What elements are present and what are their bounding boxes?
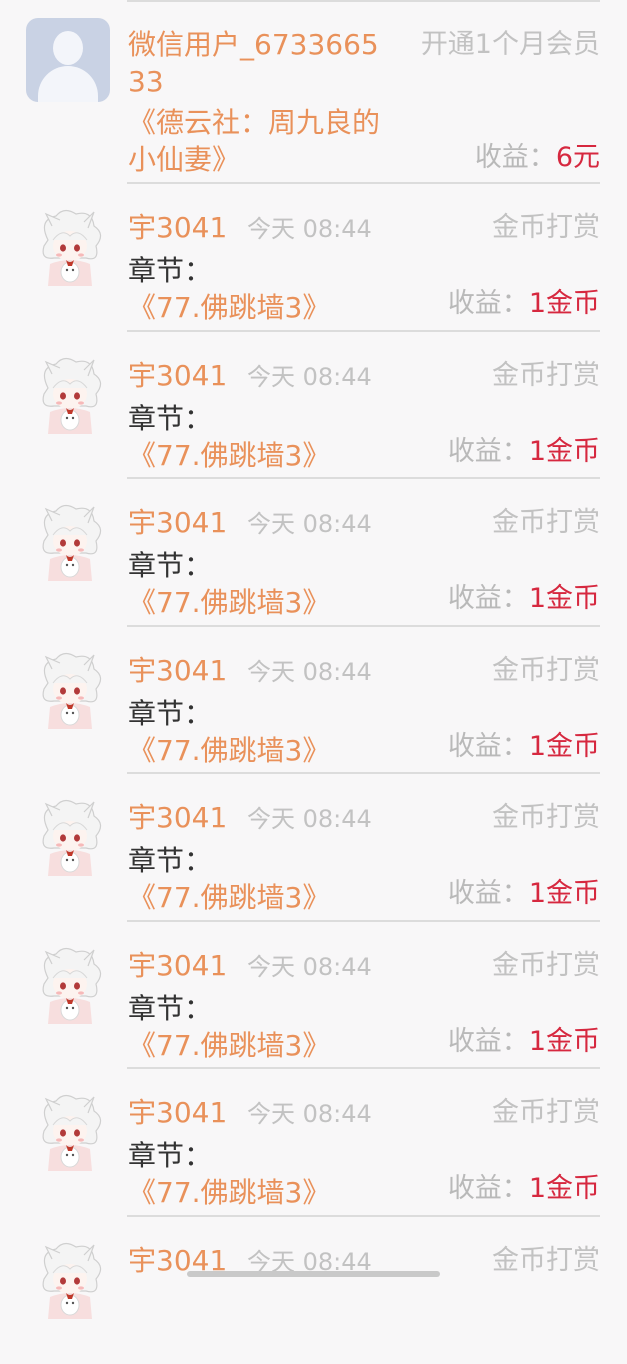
reward-chapter[interactable]: 章节： 《77.佛跳墙3》 xyxy=(128,990,398,1064)
income-value: 1金币 xyxy=(529,731,600,762)
default-user-avatar-icon[interactable] xyxy=(26,18,110,102)
chapter-label: 章节： xyxy=(128,254,212,287)
income-value: 6元 xyxy=(556,142,600,173)
income-label: 收益： xyxy=(448,1026,529,1057)
reward-item[interactable]: 宇3041今天 08:44金币打赏 xyxy=(0,1217,627,1364)
reward-chapter[interactable]: 章节： 《77.佛跳墙3》 xyxy=(128,400,398,474)
reward-time: 今天 08:44 xyxy=(247,508,372,540)
reward-time: 今天 08:44 xyxy=(247,656,372,688)
reward-user-name[interactable]: 宇3041 xyxy=(128,800,227,836)
member-income-item[interactable]: 微信用户_673366533 开通1个月会员 《德云社：周九良的小仙妻》 收益：… xyxy=(0,0,627,184)
reward-user-name[interactable]: 宇3041 xyxy=(128,948,227,984)
reward-chapter[interactable]: 章节： 《77.佛跳墙3》 xyxy=(128,695,398,769)
reward-income: 收益：1金币 xyxy=(448,434,600,470)
reward-item[interactable]: 宇3041 今天 08:44 金币打赏章节： 《77.佛跳墙3》 收益：1金币 xyxy=(0,1069,627,1217)
member-book-title[interactable]: 《德云社：周九良的小仙妻》 xyxy=(128,104,398,178)
chapter-label: 章节： xyxy=(128,992,212,1025)
home-indicator xyxy=(187,1271,440,1277)
reward-item[interactable]: 宇3041 今天 08:44 金币打赏章节： 《77.佛跳墙3》 收益：1金币 xyxy=(0,774,627,922)
reward-income: 收益：1金币 xyxy=(448,1171,600,1207)
member-user-name[interactable]: 微信用户_673366533 xyxy=(128,26,388,100)
chapter-title[interactable]: 《77.佛跳墙3》 xyxy=(128,291,330,324)
income-detail-page: 微信用户_673366533 开通1个月会员 《德云社：周九良的小仙妻》 收益：… xyxy=(0,0,627,1280)
member-income: 收益：6元 xyxy=(475,140,600,176)
chapter-label: 章节： xyxy=(128,402,212,435)
income-label: 收益： xyxy=(448,288,529,319)
reward-time: 今天 08:44 xyxy=(247,361,372,393)
chapter-label: 章节： xyxy=(128,844,212,877)
income-value: 1金币 xyxy=(529,583,600,614)
income-label: 收益： xyxy=(448,583,529,614)
reward-chapter[interactable]: 章节： 《77.佛跳墙3》 xyxy=(128,547,398,621)
member-income-type: 开通1个月会员 xyxy=(421,28,600,62)
reward-user-name[interactable]: 宇3041 xyxy=(128,1095,227,1131)
reward-income: 收益：1金币 xyxy=(448,286,600,322)
chapter-title[interactable]: 《77.佛跳墙3》 xyxy=(128,1029,330,1062)
anime-character-avatar[interactable] xyxy=(30,649,110,733)
reward-income: 收益：1金币 xyxy=(448,876,600,912)
reward-type: 金币打赏 xyxy=(492,1096,600,1130)
chapter-label: 章节： xyxy=(128,549,212,582)
anime-character-avatar[interactable] xyxy=(30,501,110,585)
income-label: 收益： xyxy=(448,436,529,467)
anime-character-avatar[interactable] xyxy=(30,206,110,290)
reward-time: 今天 08:44 xyxy=(247,803,372,835)
reward-type: 金币打赏 xyxy=(492,949,600,983)
reward-time: 今天 08:44 xyxy=(247,1098,372,1130)
anime-character-avatar[interactable] xyxy=(30,796,110,880)
reward-type: 金币打赏 xyxy=(492,506,600,540)
chapter-title[interactable]: 《77.佛跳墙3》 xyxy=(128,734,330,767)
anime-character-avatar[interactable] xyxy=(30,1239,110,1323)
anime-character-avatar[interactable] xyxy=(30,354,110,438)
reward-item[interactable]: 宇3041 今天 08:44 金币打赏章节： 《77.佛跳墙3》 收益：1金币 xyxy=(0,627,627,775)
chapter-title[interactable]: 《77.佛跳墙3》 xyxy=(128,881,330,914)
income-label: 收益： xyxy=(448,878,529,909)
income-label: 收益： xyxy=(448,731,529,762)
income-label: 收益： xyxy=(475,142,556,173)
income-value: 1金币 xyxy=(529,878,600,909)
income-value: 1金币 xyxy=(529,1026,600,1057)
reward-income: 收益：1金币 xyxy=(448,729,600,765)
reward-chapter[interactable]: 章节： 《77.佛跳墙3》 xyxy=(128,252,398,326)
reward-type: 金币打赏 xyxy=(492,654,600,688)
reward-type: 金币打赏 xyxy=(492,359,600,393)
income-value: 1金币 xyxy=(529,1173,600,1204)
income-value: 1金币 xyxy=(529,436,600,467)
anime-character-avatar[interactable] xyxy=(30,944,110,1028)
chapter-title[interactable]: 《77.佛跳墙3》 xyxy=(128,1176,330,1209)
anime-character-avatar[interactable] xyxy=(30,1091,110,1175)
reward-type: 金币打赏 xyxy=(492,1244,600,1278)
reward-time: 今天 08:44 xyxy=(247,951,372,983)
reward-item[interactable]: 宇3041 今天 08:44 金币打赏章节： 《77.佛跳墙3》 收益：1金币 xyxy=(0,922,627,1070)
reward-income: 收益：1金币 xyxy=(448,581,600,617)
reward-user-name[interactable]: 宇3041 xyxy=(128,505,227,541)
reward-item[interactable]: 宇3041 今天 08:44 金币打赏章节： 《77.佛跳墙3》 收益：1金币 xyxy=(0,479,627,627)
reward-user-name[interactable]: 宇3041 xyxy=(128,210,227,246)
chapter-title[interactable]: 《77.佛跳墙3》 xyxy=(128,439,330,472)
reward-item[interactable]: 宇3041 今天 08:44 金币打赏章节： 《77.佛跳墙3》 收益：1金币 xyxy=(0,332,627,480)
chapter-label: 章节： xyxy=(128,1139,212,1172)
reward-list: 宇3041今天 08:44金币打赏章节：《77.佛跳墙3》收益：1金币 宇304… xyxy=(0,184,627,1364)
reward-income: 收益：1金币 xyxy=(448,1024,600,1060)
reward-user-name[interactable]: 宇3041 xyxy=(128,653,227,689)
reward-chapter[interactable]: 章节： 《77.佛跳墙3》 xyxy=(128,842,398,916)
reward-item[interactable]: 宇3041 今天 08:44 金币打赏章节： 《77.佛跳墙3》 收益：1金币 xyxy=(0,184,627,332)
chapter-label: 章节： xyxy=(128,697,212,730)
reward-type: 金币打赏 xyxy=(492,211,600,245)
reward-type: 金币打赏 xyxy=(492,801,600,835)
reward-user-name[interactable]: 宇3041 xyxy=(128,358,227,394)
reward-chapter[interactable]: 章节： 《77.佛跳墙3》 xyxy=(128,1137,398,1211)
chapter-title[interactable]: 《77.佛跳墙3》 xyxy=(128,586,330,619)
income-label: 收益： xyxy=(448,1173,529,1204)
reward-time: 今天 08:44 xyxy=(247,213,372,245)
income-value: 1金币 xyxy=(529,288,600,319)
